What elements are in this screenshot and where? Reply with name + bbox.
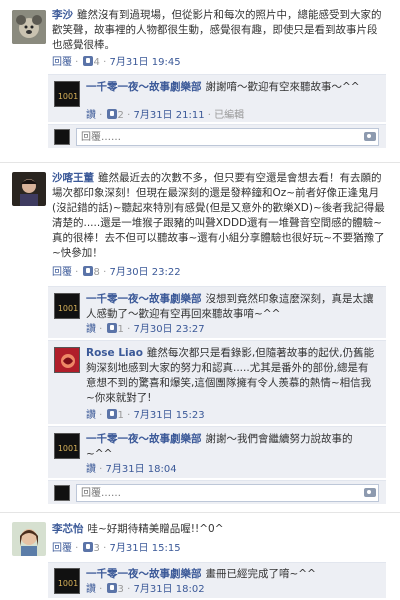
reply: 1001 一千零一夜～故事劇樂部 謝謝～我們會繼續努力說故事的~^^ 讚 · 7月… bbox=[48, 426, 386, 478]
reply-body: 一千零一夜～故事劇樂部 畫冊已經完成了唷~^^ bbox=[86, 567, 376, 582]
timestamp[interactable]: 7月30日 23:27 bbox=[133, 324, 204, 335]
like-link[interactable]: 讚 bbox=[86, 410, 96, 421]
reply-meta: 讚 · 3 · 7月31日 18:02 bbox=[86, 583, 205, 595]
like-count: 2 bbox=[117, 110, 124, 121]
like-count: 8 bbox=[93, 267, 100, 278]
like-icon[interactable] bbox=[82, 542, 93, 552]
like-link[interactable]: 讚 bbox=[86, 584, 96, 595]
like-link[interactable]: 讚 bbox=[86, 110, 96, 121]
reply-link[interactable]: 回覆 bbox=[52, 267, 72, 278]
comment-meta: 回覆 · 3 · 7月31日 15:15 bbox=[52, 542, 181, 554]
like-icon[interactable] bbox=[106, 323, 117, 333]
timestamp[interactable]: 7月31日 15:23 bbox=[133, 410, 204, 421]
like-icon[interactable] bbox=[106, 109, 117, 119]
reply-composer bbox=[48, 124, 386, 148]
reply-meta: 讚 · 1 · 7月31日 15:23 bbox=[86, 409, 205, 421]
page-avatar[interactable]: 1001 bbox=[54, 81, 80, 107]
reply-link[interactable]: 回覆 bbox=[52, 543, 72, 554]
page-avatar[interactable]: 1001 bbox=[54, 433, 80, 459]
avatar[interactable] bbox=[12, 522, 46, 556]
timestamp[interactable]: 7月31日 21:11 bbox=[133, 110, 204, 121]
like-count: 3 bbox=[93, 543, 100, 554]
like-count: 1 bbox=[117, 324, 124, 335]
divider bbox=[0, 162, 400, 163]
comment-meta: 回覆 · 8 · 7月30日 23:22 bbox=[52, 266, 181, 278]
reply-body: Rose Liao 雖然每次都只是看錄影,但隨著故事的起伏,仍舊能夠深刻地感到大家… bbox=[86, 346, 376, 406]
divider bbox=[0, 512, 400, 513]
reply-body: 一千零一夜～故事劇樂部 謝謝～我們會繼續努力說故事的~^^ bbox=[86, 432, 376, 462]
comment-body: 李沙 雖然沒有到過現場，但從影片和每次的照片中，總能感受到大家的歡笑聲，故事裡的人… bbox=[52, 8, 387, 53]
like-icon[interactable] bbox=[106, 409, 117, 419]
like-icon[interactable] bbox=[82, 56, 93, 66]
like-link[interactable]: 讚 bbox=[86, 464, 96, 475]
avatar[interactable] bbox=[12, 172, 46, 206]
page-avatar[interactable]: 1001 bbox=[54, 293, 80, 319]
comment: 沙喀王董 雖然最近去的次數不多，但只要有空還是會想去看！有去願的場次都印象深刻！但… bbox=[0, 168, 400, 508]
reply: 1001 一千零一夜～故事劇樂部 畫冊已經完成了唷~^^ 讚 · 3 · 7月31… bbox=[48, 562, 386, 598]
comment-body: 李芯怡 哇~好期待精美贈品喔!!^0^ bbox=[52, 522, 387, 537]
reply-meta: 讚 · 1 · 7月30日 23:27 bbox=[86, 323, 205, 335]
like-icon[interactable] bbox=[82, 266, 93, 276]
svg-text:1001: 1001 bbox=[58, 444, 78, 453]
my-avatar bbox=[54, 485, 70, 501]
timestamp[interactable]: 7月31日 15:15 bbox=[109, 543, 180, 554]
like-icon[interactable] bbox=[106, 583, 117, 593]
reply: 1001 一千零一夜～故事劇樂部 謝謝唷～歡迎有空來聽故事～^^ 讚 · 2 · … bbox=[48, 74, 386, 122]
comment: 李芯怡 哇~好期待精美贈品喔!!^0^ 回覆 · 3 · 7月31日 15:15 … bbox=[0, 518, 400, 600]
comment-meta: 回覆 · 4 · 7月31日 19:45 bbox=[52, 56, 181, 68]
like-count: 3 bbox=[117, 584, 124, 595]
reply: Rose Liao 雖然每次都只是看錄影,但隨著故事的起伏,仍舊能夠深刻地感到大家… bbox=[48, 340, 386, 424]
reply-input[interactable] bbox=[76, 128, 379, 146]
reply-input[interactable] bbox=[76, 484, 379, 502]
edited-label: 已編輯 bbox=[214, 110, 245, 121]
timestamp[interactable]: 7月30日 23:22 bbox=[109, 267, 180, 278]
like-link[interactable]: 讚 bbox=[86, 324, 96, 335]
comment-author[interactable]: 李沙 bbox=[52, 9, 73, 21]
comment-text: 哇~好期待精美贈品喔!!^0^ bbox=[87, 523, 224, 535]
camera-icon[interactable] bbox=[364, 488, 376, 497]
svg-text:1001: 1001 bbox=[58, 92, 78, 101]
timestamp[interactable]: 7月31日 18:04 bbox=[106, 464, 177, 475]
comment-body: 沙喀王董 雖然最近去的次數不多，但只要有空還是會想去看！有去願的場次都印象深刻！但… bbox=[52, 171, 387, 261]
comment: 李沙 雖然沒有到過現場，但從影片和每次的照片中，總能感受到大家的歡笑聲，故事裡的人… bbox=[0, 0, 400, 148]
reply-link[interactable]: 回覆 bbox=[52, 57, 72, 68]
comment-text: 雖然沒有到過現場，但從影片和每次的照片中，總能感受到大家的歡笑聲，故事裡的人物都… bbox=[52, 9, 382, 51]
timestamp[interactable]: 7月31日 19:45 bbox=[109, 57, 180, 68]
reply-body: 一千零一夜～故事劇樂部 沒想到竟然印象這麼深刻，真是太讓人感動了～歡迎有空再回來聽… bbox=[86, 292, 376, 322]
reply-composer bbox=[48, 480, 386, 504]
camera-icon[interactable] bbox=[364, 132, 376, 141]
timestamp[interactable]: 7月31日 18:02 bbox=[133, 584, 204, 595]
reply-author[interactable]: 一千零一夜～故事劇樂部 bbox=[86, 433, 202, 445]
comment-author[interactable]: 沙喀王董 bbox=[52, 172, 94, 184]
like-count: 1 bbox=[117, 410, 124, 421]
reply-text: 謝謝唷～歡迎有空來聽故事～^^ bbox=[205, 81, 360, 93]
reply-text: 畫冊已經完成了唷~^^ bbox=[205, 568, 316, 580]
svg-text:1001: 1001 bbox=[58, 304, 78, 313]
my-avatar bbox=[54, 129, 70, 145]
reply-body: 一千零一夜～故事劇樂部 謝謝唷～歡迎有空來聽故事～^^ bbox=[86, 80, 376, 95]
svg-text:1001: 1001 bbox=[58, 579, 78, 588]
reply: 1001 一千零一夜～故事劇樂部 沒想到竟然印象這麼深刻，真是太讓人感動了～歡迎有… bbox=[48, 286, 386, 338]
avatar[interactable] bbox=[12, 10, 46, 44]
comment-author[interactable]: 李芯怡 bbox=[52, 523, 84, 535]
avatar[interactable] bbox=[54, 347, 80, 373]
reply-author[interactable]: Rose Liao bbox=[86, 347, 143, 359]
reply-meta: 讚 · 7月31日 18:04 bbox=[86, 464, 177, 475]
reply-author[interactable]: 一千零一夜～故事劇樂部 bbox=[86, 81, 202, 93]
reply-meta: 讚 · 2 · 7月31日 21:11 · 已編輯 bbox=[86, 109, 245, 121]
reply-author[interactable]: 一千零一夜～故事劇樂部 bbox=[86, 293, 202, 305]
like-count: 4 bbox=[93, 57, 100, 68]
reply-author[interactable]: 一千零一夜～故事劇樂部 bbox=[86, 568, 202, 580]
comment-text: 雖然最近去的次數不多，但只要有空還是會想去看！有去願的場次都印象深刻！但現在最深… bbox=[52, 172, 385, 259]
page-avatar[interactable]: 1001 bbox=[54, 568, 80, 594]
